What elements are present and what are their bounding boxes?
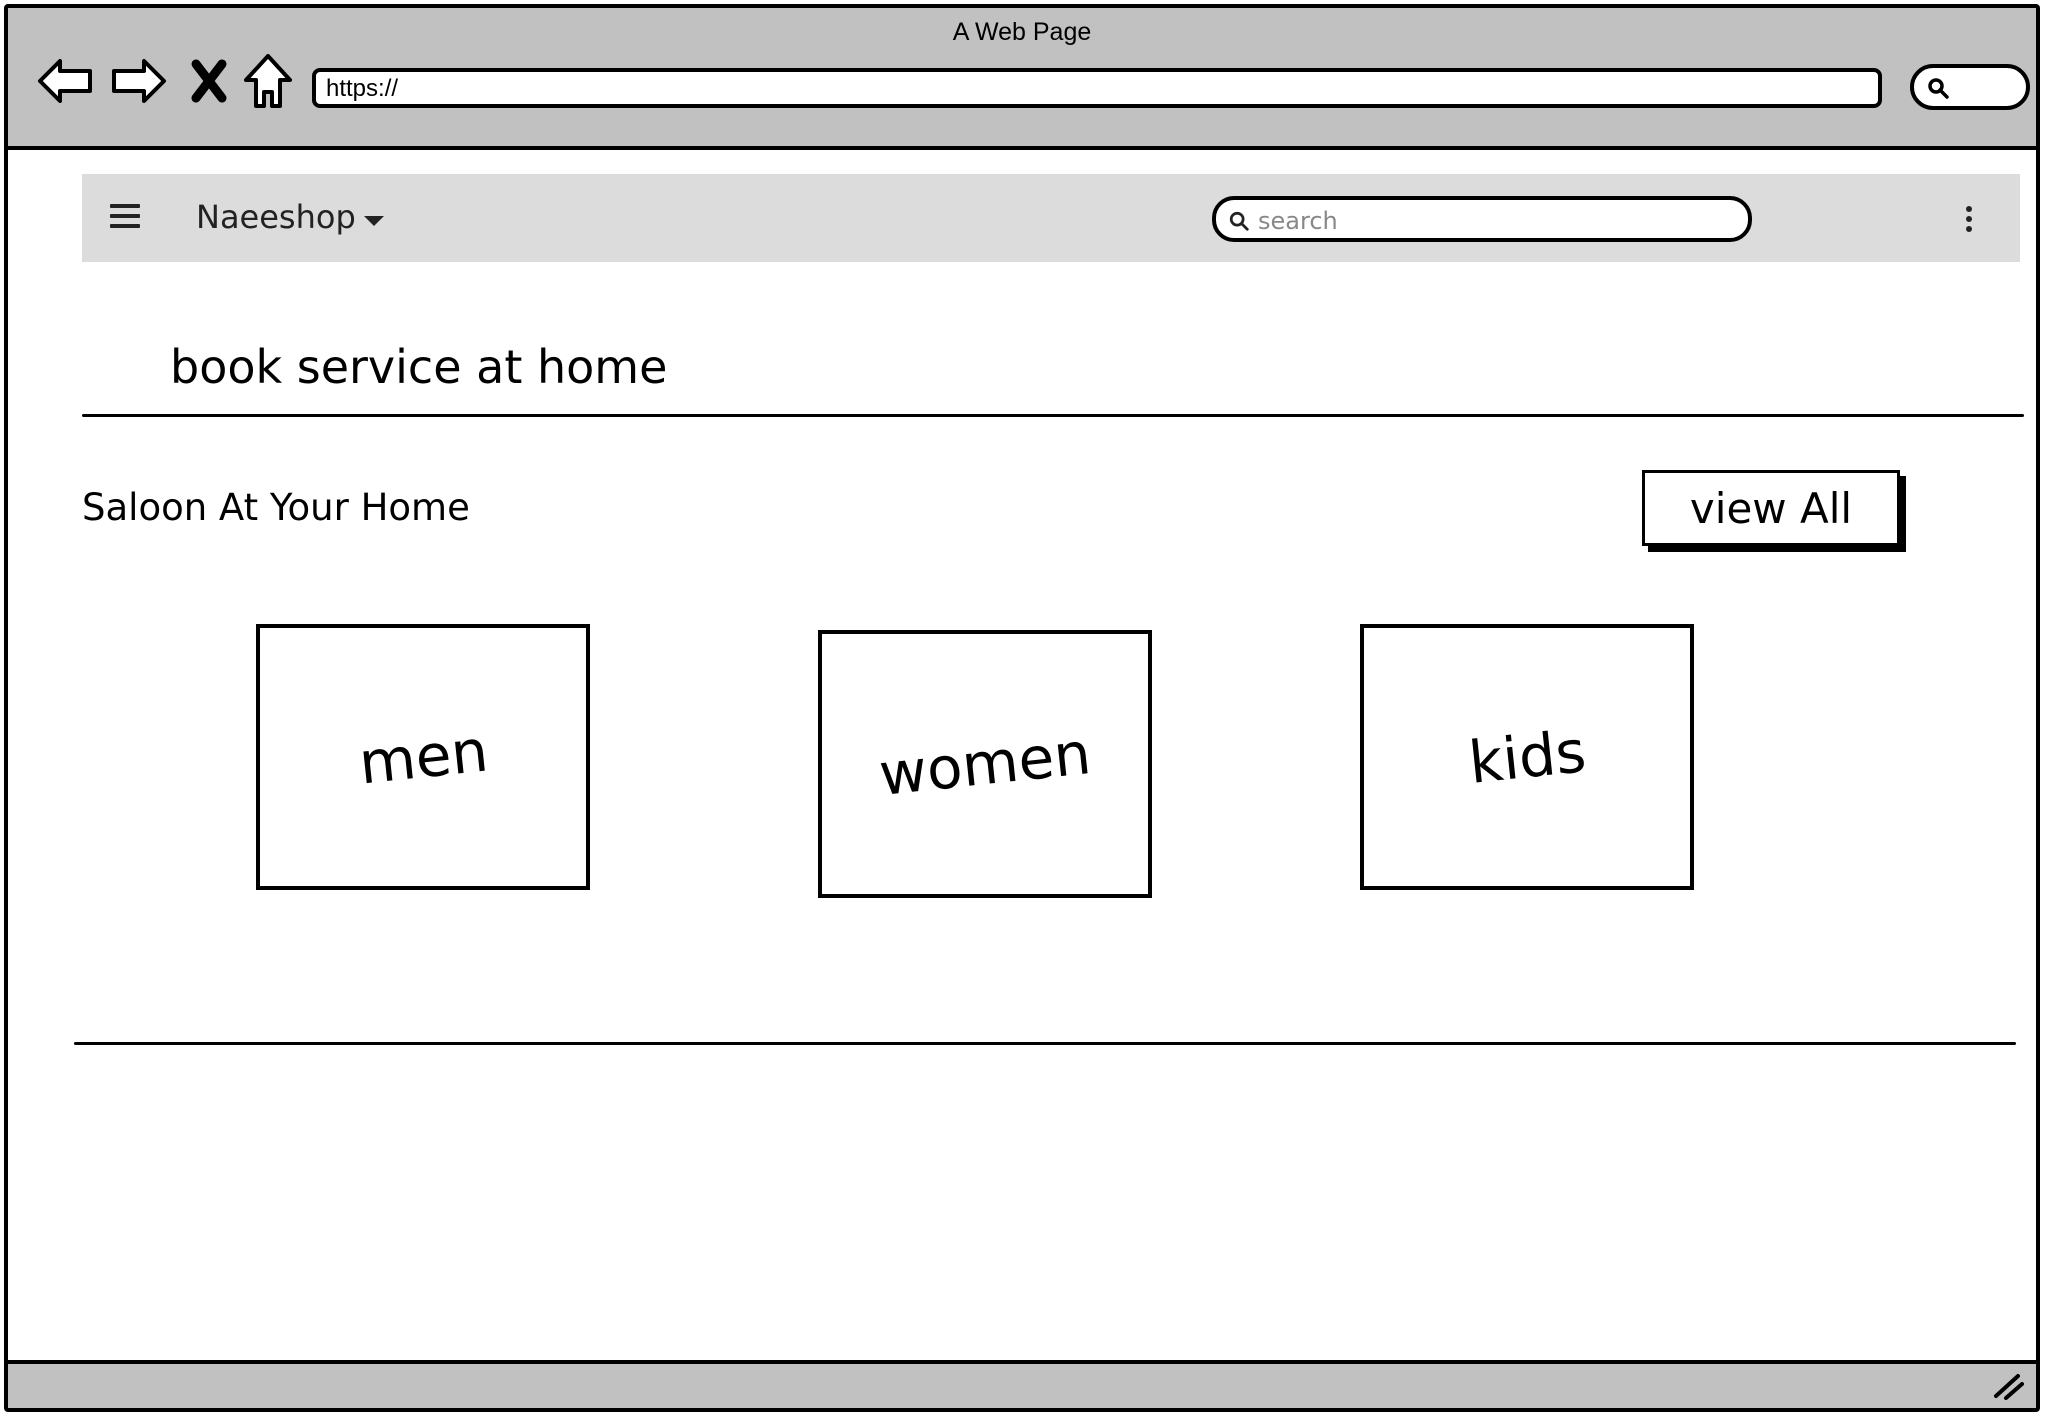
category-card-men[interactable]: men — [256, 624, 590, 890]
hamburger-menu-icon[interactable] — [110, 204, 140, 230]
search-icon — [1928, 78, 1949, 99]
category-label: kids — [1465, 717, 1589, 797]
forward-arrow-icon[interactable] — [108, 50, 170, 112]
status-bar — [8, 1360, 2036, 1408]
category-label: men — [355, 716, 491, 798]
stop-x-icon[interactable] — [186, 50, 232, 112]
brand-name[interactable]: Naeeshop — [196, 198, 356, 236]
divider — [74, 1042, 2016, 1045]
section-title: Saloon At Your Home — [82, 486, 470, 529]
app-bar: Naeeshop — [82, 174, 2020, 262]
page-heading: book service at home — [170, 340, 668, 394]
address-text: https:// — [326, 75, 399, 102]
caret-down-icon[interactable] — [364, 216, 384, 226]
kebab-menu-icon[interactable] — [1966, 206, 1974, 234]
search-icon — [1229, 211, 1249, 231]
category-card-women[interactable]: women — [818, 630, 1152, 898]
home-icon[interactable] — [242, 50, 294, 112]
resize-grip-icon[interactable] — [1992, 1370, 2024, 1400]
window-title: A Web Page — [952, 18, 1092, 46]
category-label: women — [876, 719, 1094, 809]
browser-window: A Web Page https:// Naeeshop book servic — [4, 4, 2040, 1412]
search-field[interactable] — [1212, 196, 1752, 242]
back-arrow-icon[interactable] — [34, 50, 96, 112]
address-bar[interactable]: https:// — [312, 68, 1882, 108]
divider — [82, 414, 2024, 417]
browser-search-box[interactable] — [1910, 64, 2030, 110]
view-all-button[interactable]: view All — [1642, 470, 1900, 546]
category-card-kids[interactable]: kids — [1360, 624, 1694, 890]
browser-toolbar: A Web Page https:// — [8, 8, 2036, 150]
search-input[interactable] — [1256, 204, 1740, 238]
